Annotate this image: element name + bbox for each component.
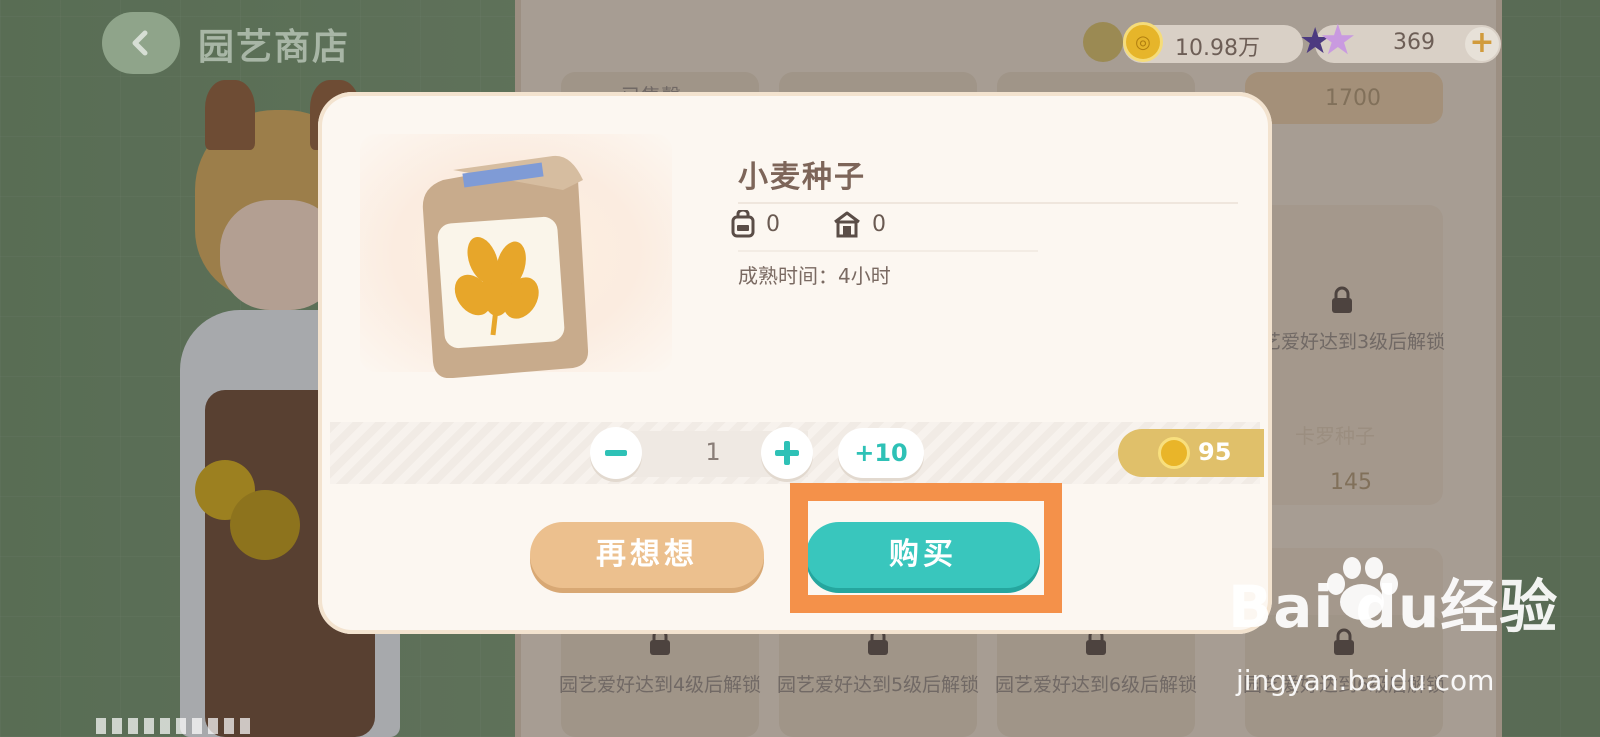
- watermark-url: jingyan.baidu.com: [1236, 664, 1495, 697]
- minus-icon: [605, 450, 627, 456]
- back-button[interactable]: [102, 12, 180, 74]
- coin-icon: [1083, 22, 1123, 62]
- coin-icon: [1158, 437, 1190, 469]
- chevron-left-icon: [132, 30, 148, 56]
- quantity-value[interactable]: 1: [688, 438, 738, 466]
- watermark-brand: Bai du经验: [1228, 573, 1559, 641]
- page-title: 园艺商店: [198, 27, 351, 68]
- backpack-stat: 0: [730, 210, 780, 238]
- product-name: 小麦种子: [738, 160, 866, 195]
- total-price: 95: [1198, 438, 1232, 466]
- storage-count: 0: [872, 211, 886, 237]
- divider: [738, 202, 1238, 204]
- storage-stat: 0: [832, 210, 886, 238]
- coin-icon: ◎: [1123, 22, 1163, 62]
- price-badge: [1118, 429, 1264, 477]
- add-currency-button[interactable]: +: [1465, 27, 1499, 61]
- cancel-button[interactable]: 再想想: [530, 522, 764, 588]
- backpack-icon: [731, 210, 755, 238]
- star-icon: ★: [1319, 15, 1357, 64]
- backpack-count: 0: [766, 211, 780, 237]
- decrease-quantity-button[interactable]: [590, 427, 642, 479]
- seed-bag-icon: [422, 155, 589, 378]
- coin-balance: 10.98万: [1175, 36, 1260, 61]
- divider: [738, 250, 1038, 252]
- mature-time: 成熟时间：4小时: [738, 264, 891, 288]
- highlight-annotation: [790, 483, 1062, 613]
- star-balance: 369: [1393, 30, 1435, 55]
- plus-icon: [775, 441, 799, 465]
- house-icon: [834, 211, 860, 238]
- blurred-text: [96, 718, 256, 734]
- add-ten-button[interactable]: +10: [838, 428, 924, 478]
- increase-quantity-button[interactable]: [761, 427, 813, 479]
- currency-bar: ◎ 10.98万 ★ ★ 369 +: [1083, 18, 1501, 66]
